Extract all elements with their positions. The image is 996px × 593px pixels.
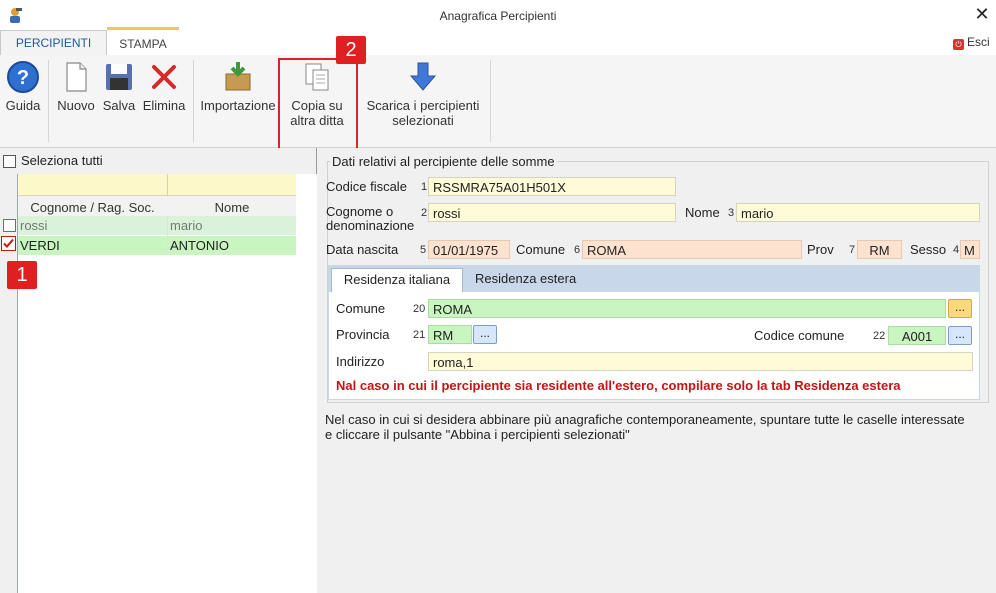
row-checkbox-checked[interactable]: [1, 236, 16, 251]
window-title: Anagrafica Percipienti: [439, 9, 557, 23]
comune-nascita-label: Comune: [516, 242, 566, 257]
help-label: Guida: [5, 98, 41, 113]
tab-stampa[interactable]: STAMPA: [107, 27, 179, 58]
table-row[interactable]: rossi mario: [18, 216, 296, 235]
cognome-label-line2: denominazione: [326, 218, 415, 233]
field-number: 3: [728, 207, 735, 219]
import-label: Importazione: [200, 98, 276, 113]
residenza-warning-text: Nal caso in cui il percipiente sia resid…: [336, 378, 901, 393]
filter-row[interactable]: [18, 174, 296, 196]
cell-cognome: VERDI: [20, 238, 60, 253]
new-button[interactable]: Nuovo: [54, 60, 98, 113]
sesso-field[interactable]: M: [960, 240, 980, 259]
help-button[interactable]: ? Guida: [4, 60, 42, 113]
column-divider: [167, 216, 168, 255]
field-number: 21: [413, 329, 426, 341]
row-checkbox[interactable]: [3, 219, 16, 232]
cell-nome: ANTONIO: [170, 238, 229, 253]
tab-percipienti[interactable]: PERCIPIENTI: [0, 30, 107, 56]
prov-field[interactable]: RM: [857, 240, 902, 259]
save-button[interactable]: Salva: [100, 60, 138, 113]
download-label-line2: selezionati: [392, 113, 454, 128]
exit-label: Esci: [967, 35, 990, 49]
new-document-icon: [59, 60, 93, 94]
cognome-field[interactable]: rossi: [428, 203, 676, 222]
delete-button[interactable]: Elimina: [140, 60, 188, 113]
download-selected-button[interactable]: Scarica i percipienti selezionati: [360, 60, 486, 128]
checkmark-icon: [3, 238, 14, 248]
field-number: 20: [413, 303, 426, 315]
delete-label: Elimina: [142, 98, 186, 113]
group-title: Dati relativi al percipiente delle somme: [330, 154, 557, 169]
cognome-label: Cognome o denominazione: [326, 205, 414, 233]
help-note-text: Nel caso in cui si desidera abbinare più…: [325, 412, 965, 442]
nome-label: Nome: [685, 205, 720, 220]
residenza-comune-field[interactable]: ROMA: [428, 299, 946, 318]
callout-badge-1: 1: [7, 261, 37, 289]
field-number: 4: [953, 244, 960, 256]
field-number: 2: [421, 207, 428, 219]
cognome-label-line1: Cognome o: [326, 204, 394, 219]
callout-highlight-box: [278, 58, 358, 150]
codice-comune-lookup-button[interactable]: ...: [948, 326, 972, 345]
nome-field[interactable]: mario: [736, 203, 980, 222]
svg-text:?: ?: [17, 67, 29, 89]
comune-nascita-field[interactable]: ROMA: [582, 240, 802, 259]
exit-button[interactable]: ⏻ Esci: [953, 35, 990, 50]
field-number: 1: [421, 181, 428, 193]
data-nascita-field[interactable]: 01/01/1975: [428, 240, 510, 259]
tab-residenza-italiana[interactable]: Residenza italiana: [331, 268, 463, 293]
select-all-checkbox[interactable]: [3, 155, 16, 168]
codice-comune-field[interactable]: A001: [888, 326, 946, 345]
indirizzo-label: Indirizzo: [336, 354, 385, 369]
field-number: 5: [420, 244, 427, 256]
residenza-comune-label: Comune: [336, 301, 386, 316]
download-label-line1: Scarica i percipienti: [366, 98, 480, 113]
cell-cognome: rossi: [20, 218, 48, 233]
toolbar-separator: [48, 60, 49, 142]
field-number: 22: [873, 330, 886, 342]
red-x-icon: [147, 60, 181, 94]
prov-label: Prov: [807, 242, 834, 257]
comune-lookup-button[interactable]: ...: [948, 299, 972, 318]
data-nascita-label: Data nascita: [326, 242, 399, 257]
select-all-label: Seleziona tutti: [21, 153, 103, 168]
codice-comune-label: Codice comune: [754, 328, 845, 343]
toolbar-separator: [193, 60, 194, 142]
import-box-icon: [221, 60, 255, 94]
indirizzo-field[interactable]: roma,1: [428, 352, 973, 371]
provincia-lookup-button[interactable]: ...: [473, 325, 497, 344]
column-header-nome[interactable]: Nome: [168, 200, 296, 215]
cell-nome: mario: [170, 218, 203, 233]
field-number: 6: [574, 244, 581, 256]
codice-fiscale-field[interactable]: RSSMRA75A01H501X: [428, 177, 676, 196]
close-icon[interactable]: ✕: [972, 4, 992, 24]
download-arrow-icon: [406, 60, 440, 94]
new-label: Nuovo: [57, 98, 95, 113]
provincia-label: Provincia: [336, 327, 390, 342]
table-row[interactable]: VERDI ANTONIO: [18, 236, 296, 255]
power-icon: ⏻: [953, 39, 964, 50]
sesso-label: Sesso: [910, 242, 947, 257]
save-label: Salva: [102, 98, 136, 113]
provincia-field[interactable]: RM: [428, 325, 472, 344]
help-icon: ?: [6, 60, 40, 94]
toolbar-separator: [490, 60, 491, 142]
import-button[interactable]: Importazione: [199, 60, 277, 113]
field-number: 7: [849, 244, 856, 256]
floppy-disk-icon: [102, 60, 136, 94]
tab-residenza-estera[interactable]: Residenza estera: [475, 271, 576, 286]
column-header-cognome[interactable]: Cognome / Rag. Soc.: [18, 200, 167, 215]
codice-fiscale-label: Codice fiscale: [326, 179, 407, 194]
